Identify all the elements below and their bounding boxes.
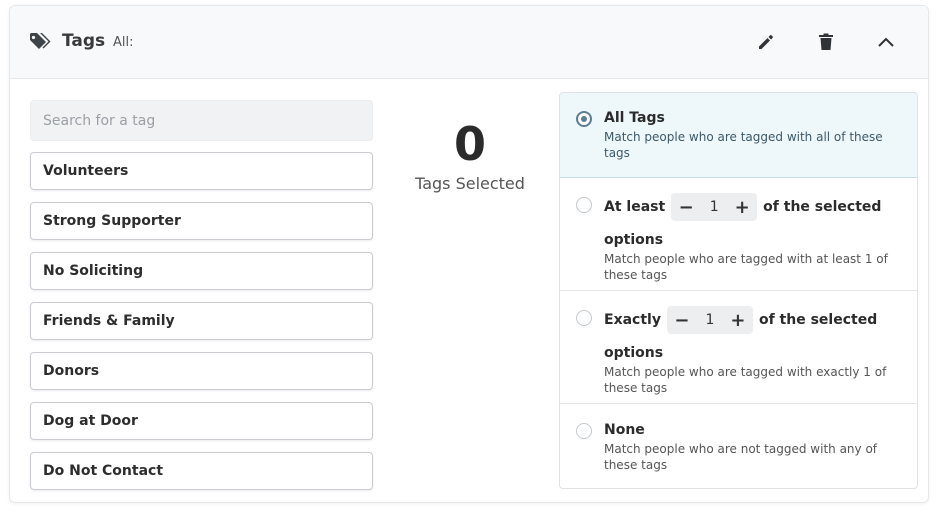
exactly-prefix: Exactly (604, 312, 661, 328)
tag-label: Donors (43, 363, 100, 379)
selected-count-label: Tags Selected (415, 174, 525, 193)
radio-none[interactable] (576, 423, 592, 439)
option-title: None (604, 422, 645, 438)
option-at-least[interactable]: At least − 1 + of the selected options M… (560, 178, 917, 291)
tag-item-dog-at-door[interactable]: Dog at Door (30, 402, 373, 440)
exactly-suffix: of the selected (758, 312, 878, 328)
tag-item-friends-family[interactable]: Friends & Family (30, 302, 373, 340)
tag-item-strong-supporter[interactable]: Strong Supporter (30, 202, 373, 240)
chevron-up-icon (878, 37, 894, 47)
at-least-line: At least − 1 + of the selected (604, 193, 881, 221)
exactly-stepper: − 1 + (666, 306, 753, 334)
tag-label: Friends & Family (43, 313, 175, 329)
option-description: Match people who are tagged with at leas… (604, 252, 888, 282)
tag-icon (30, 33, 51, 49)
match-options: All Tags Match people who are tagged wit… (559, 92, 918, 489)
option-exactly[interactable]: Exactly − 1 + of the selected options Ma… (560, 291, 917, 404)
delete-button[interactable] (813, 29, 839, 55)
exactly-line: Exactly − 1 + of the selected (604, 306, 877, 334)
match-mode-label: All: (113, 35, 134, 50)
increment-button[interactable]: + (727, 309, 749, 331)
selected-count: 0 (453, 117, 486, 171)
radio-at-least[interactable] (576, 197, 592, 213)
option-all-tags[interactable]: All Tags Match people who are tagged wit… (560, 93, 917, 178)
tag-item-do-not-contact[interactable]: Do Not Contact (30, 452, 373, 490)
option-description: Match people who are not tagged with any… (604, 442, 878, 472)
edit-button[interactable] (753, 29, 779, 55)
option-description: Match people who are tagged with all of … (604, 130, 883, 160)
radio-exactly[interactable] (576, 310, 592, 326)
at-least-stepper: − 1 + (671, 193, 758, 221)
stepper-value[interactable]: 1 (706, 312, 715, 328)
tag-list: Volunteers Strong Supporter No Solicitin… (30, 152, 373, 502)
card-title: Tags (62, 31, 106, 51)
card-header: Tags All: (10, 6, 928, 79)
decrement-button[interactable]: − (671, 309, 693, 331)
option-title: All Tags (604, 110, 665, 126)
tag-item-no-soliciting[interactable]: No Soliciting (30, 252, 373, 290)
tag-label: Volunteers (43, 163, 129, 179)
tag-filter-card: Tags All: Volunteers Strong Supporter No… (9, 5, 929, 503)
collapse-button[interactable] (873, 29, 899, 55)
at-least-suffix-2: options (604, 232, 664, 248)
tag-label: Dog at Door (43, 413, 138, 429)
selected-count-panel: 0 Tags Selected (390, 118, 550, 193)
pencil-icon (759, 35, 773, 49)
tag-label: No Soliciting (43, 263, 144, 279)
option-description: Match people who are tagged with exactly… (604, 365, 887, 395)
tag-search-input[interactable] (30, 100, 373, 141)
tag-item-donors[interactable]: Donors (30, 352, 373, 390)
trash-icon (819, 33, 833, 50)
radio-all-tags[interactable] (576, 111, 592, 127)
tag-label: Do Not Contact (43, 463, 164, 479)
exactly-suffix-2: options (604, 345, 664, 361)
option-none[interactable]: None Match people who are not tagged wit… (560, 404, 917, 488)
stepper-value[interactable]: 1 (710, 199, 719, 215)
increment-button[interactable]: + (731, 196, 753, 218)
at-least-prefix: At least (604, 199, 666, 215)
at-least-suffix: of the selected (763, 199, 882, 215)
tag-label: Strong Supporter (43, 213, 181, 229)
decrement-button[interactable]: − (675, 196, 697, 218)
tag-item-volunteers[interactable]: Volunteers (30, 152, 373, 190)
